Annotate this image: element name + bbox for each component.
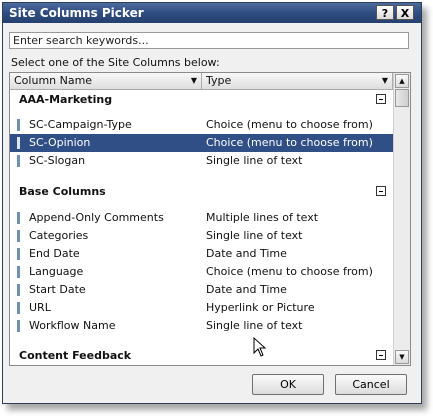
list-item[interactable]: End Date Date and Time xyxy=(10,245,393,263)
column-name: Workflow Name xyxy=(29,319,116,332)
close-icon[interactable]: X xyxy=(396,5,414,20)
collapse-icon[interactable] xyxy=(376,94,386,104)
group-name: Content Feedback xyxy=(19,349,132,362)
group-header-aaa-marketing[interactable]: AAA-Marketing xyxy=(10,91,393,109)
column-icon xyxy=(17,302,20,314)
column-name: Language xyxy=(29,265,84,278)
group-header-base-columns[interactable]: Base Columns xyxy=(10,183,393,201)
chevron-down-icon[interactable]: ▼ xyxy=(382,73,388,89)
column-type: Choice (menu to choose from) xyxy=(206,265,373,278)
column-header-name-label: Column Name xyxy=(14,74,93,87)
column-name: SC-Opinion xyxy=(29,136,91,149)
column-icon xyxy=(17,266,20,278)
list-item[interactable]: Workflow Name Single line of text xyxy=(10,317,393,335)
column-type: Single line of text xyxy=(206,319,303,332)
title-bar[interactable]: Site Columns Picker ? X xyxy=(3,3,421,23)
column-name: SC-Slogan xyxy=(29,154,86,167)
list-item[interactable]: Append-Only Comments Multiple lines of t… xyxy=(10,209,393,227)
list-item[interactable]: Language Choice (menu to choose from) xyxy=(10,263,393,281)
column-header-type[interactable]: Type ▼ xyxy=(202,73,393,89)
list-item[interactable]: SC-Slogan Single line of text xyxy=(10,152,393,170)
chevron-down-icon[interactable]: ▼ xyxy=(191,73,197,89)
list-item[interactable]: SC-Campaign-Type Choice (menu to choose … xyxy=(10,116,393,134)
vertical-scrollbar[interactable]: ▲ ▼ xyxy=(393,73,410,365)
mouse-pointer-icon xyxy=(253,337,267,357)
ok-button[interactable]: OK xyxy=(252,374,324,395)
column-header-type-label: Type xyxy=(206,74,232,87)
column-type: Choice (menu to choose from) xyxy=(206,118,373,131)
scrollbar-thumb[interactable] xyxy=(395,89,409,107)
scroll-down-icon[interactable]: ▼ xyxy=(395,350,409,364)
dialog-title: Site Columns Picker xyxy=(9,6,144,20)
site-columns-picker-dialog: Site Columns Picker ? X Select one of th… xyxy=(2,2,422,404)
column-icon xyxy=(17,320,20,332)
column-icon xyxy=(17,137,20,149)
column-icon xyxy=(17,284,20,296)
column-header-name[interactable]: Column Name ▼ xyxy=(10,73,202,89)
collapse-icon[interactable] xyxy=(376,186,386,196)
column-icon xyxy=(17,119,20,131)
help-icon[interactable]: ? xyxy=(376,5,394,20)
collapse-icon[interactable] xyxy=(376,350,386,360)
list-item[interactable]: Start Date Date and Time xyxy=(10,281,393,299)
column-icon xyxy=(17,212,20,224)
column-icon xyxy=(17,230,20,242)
list-item[interactable]: URL Hyperlink or Picture xyxy=(10,299,393,317)
search-input[interactable] xyxy=(9,32,409,49)
list-item-selected[interactable]: SC-Opinion Choice (menu to choose from) xyxy=(10,134,393,152)
site-columns-list[interactable]: Column Name ▼ Type ▼ AAA-Marketing SC-Ca… xyxy=(9,72,411,366)
scroll-up-icon[interactable]: ▲ xyxy=(395,74,409,88)
column-icon xyxy=(17,155,20,167)
column-type: Single line of text xyxy=(206,154,303,167)
column-type: Single line of text xyxy=(206,229,303,242)
column-name: End Date xyxy=(29,247,80,260)
column-type: Date and Time xyxy=(206,283,287,296)
instruction-label: Select one of the Site Columns below: xyxy=(11,56,220,69)
column-type: Hyperlink or Picture xyxy=(206,301,315,314)
column-name: SC-Campaign-Type xyxy=(29,118,132,131)
column-name: URL xyxy=(29,301,51,314)
list-header: Column Name ▼ Type ▼ xyxy=(10,73,393,90)
column-type: Multiple lines of text xyxy=(206,211,319,224)
list-item[interactable]: Categories Single line of text xyxy=(10,227,393,245)
cancel-button[interactable]: Cancel xyxy=(335,374,407,395)
group-header-content-feedback[interactable]: Content Feedback xyxy=(10,347,393,365)
column-icon xyxy=(17,248,20,260)
group-name: AAA-Marketing xyxy=(19,93,113,106)
column-name: Start Date xyxy=(29,283,86,296)
group-name: Base Columns xyxy=(19,185,106,198)
column-name: Categories xyxy=(29,229,89,242)
column-name: Append-Only Comments xyxy=(29,211,164,224)
column-type: Choice (menu to choose from) xyxy=(206,136,373,149)
column-type: Date and Time xyxy=(206,247,287,260)
